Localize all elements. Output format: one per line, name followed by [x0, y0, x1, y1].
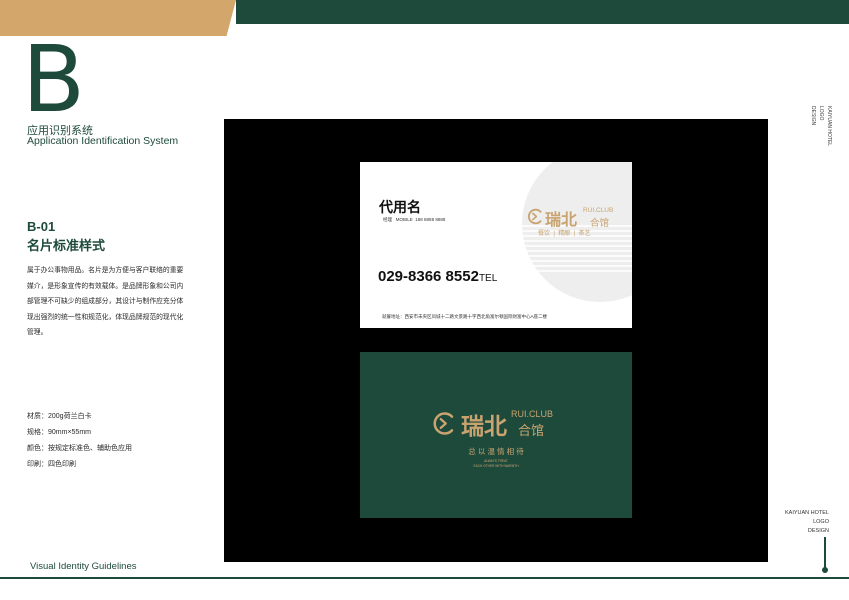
card-phone: 029-8366 8552 [378, 268, 479, 285]
brand-tagline: 餐饮 | 精酿 | 茶艺 [538, 231, 591, 237]
brand-mark-line: LOGO [813, 519, 829, 525]
tagline-item: 精酿 [558, 231, 571, 237]
section-code: B-01 [27, 219, 56, 234]
vertical-brand-label: KAIYUAN HOTEL LOGO DESIGN [806, 106, 834, 152]
brand-mark-dot [822, 567, 828, 573]
card-decoration [518, 162, 632, 302]
brand-logo-cn2: 合馆 [518, 423, 545, 438]
brand-logo-icon [528, 208, 542, 225]
card-mobile-label: MOBILE [395, 217, 413, 222]
brand-logo-cn2: 合馆 [590, 218, 610, 229]
card-phone-label: TEL [478, 273, 498, 284]
card-role-line: 经理 MOBILE 188 8888 8888 [383, 217, 445, 223]
brand-logo-cn: 瑞北 [545, 212, 578, 229]
brand-slogan: 总 以 温 情 相 待 [468, 447, 524, 456]
header-green-bar [236, 0, 849, 24]
spec-item: 规格：90mm×55mm [27, 429, 91, 436]
section-title: 名片标准样式 [27, 238, 106, 253]
spec-item: 颜色：按规定标准色、辅助色应用 [27, 445, 132, 452]
brand-mark-line: DESIGN [807, 528, 829, 534]
vertical-label-line: DESIGN [810, 106, 816, 126]
vertical-label-line: LOGO [818, 106, 824, 121]
footer-rule [0, 577, 849, 579]
brand-logo-cn: 瑞北 [461, 413, 507, 439]
card-role: 经理 [383, 217, 392, 222]
spec-item: 印刷：四色印刷 [27, 461, 76, 468]
card-address: 就餐地址：西安市未央区凤城十二路文景路十字西北角富尔顿国际财富中心A座二楼 [382, 314, 547, 319]
spec-list: 材质：200g荷兰白卡 规格：90mm×55mm 颜色：按规定标准色、辅助色应用… [27, 409, 132, 473]
brand-mark-line: KAIYUAN HOTEL [784, 510, 829, 516]
spec-item: 材质：200g荷兰白卡 [27, 413, 92, 420]
tagline-item: 餐饮 [538, 231, 551, 237]
brand-mark-bar [824, 537, 826, 569]
brand-logo-en: RUI.CLUB [583, 207, 614, 214]
brand-mark-text: KAIYUAN HOTEL LOGO DESIGN [785, 509, 829, 536]
slogan-en-line: EACH OTHER WITH WARMTH [473, 464, 519, 468]
card-name: 代用名 [379, 199, 421, 215]
footer-label: Visual Identity Guidelines [30, 561, 137, 572]
card-phone-line: 029-8366 8552TEL [378, 268, 497, 286]
section-letter: B [22, 26, 86, 133]
brand-slogan-en: ALWAYS TREAT EACH OTHER WITH WARMTH [360, 459, 632, 469]
card-mobile: 188 8888 8888 [415, 217, 446, 222]
brand-logo-en: RUI.CLUB [511, 409, 554, 419]
system-title-en: Application Identification System [27, 135, 179, 147]
brand-logo-icon [433, 412, 454, 435]
vertical-label-line: KAIYUAN HOTEL [826, 106, 832, 147]
section-description: 属于办公事物用品。名片是为方便与客户联络的重要媒介，是形象宣传的有效载体。是品牌… [27, 267, 184, 337]
business-card-back: 瑞北 RUI.CLUB 合馆 总 以 温 情 相 待 ALWAYS TREAT … [360, 352, 632, 518]
business-card-front: 代用名 经理 MOBILE 188 8888 8888 029-8366 855… [360, 162, 632, 328]
tagline-item: 茶艺 [578, 231, 591, 237]
